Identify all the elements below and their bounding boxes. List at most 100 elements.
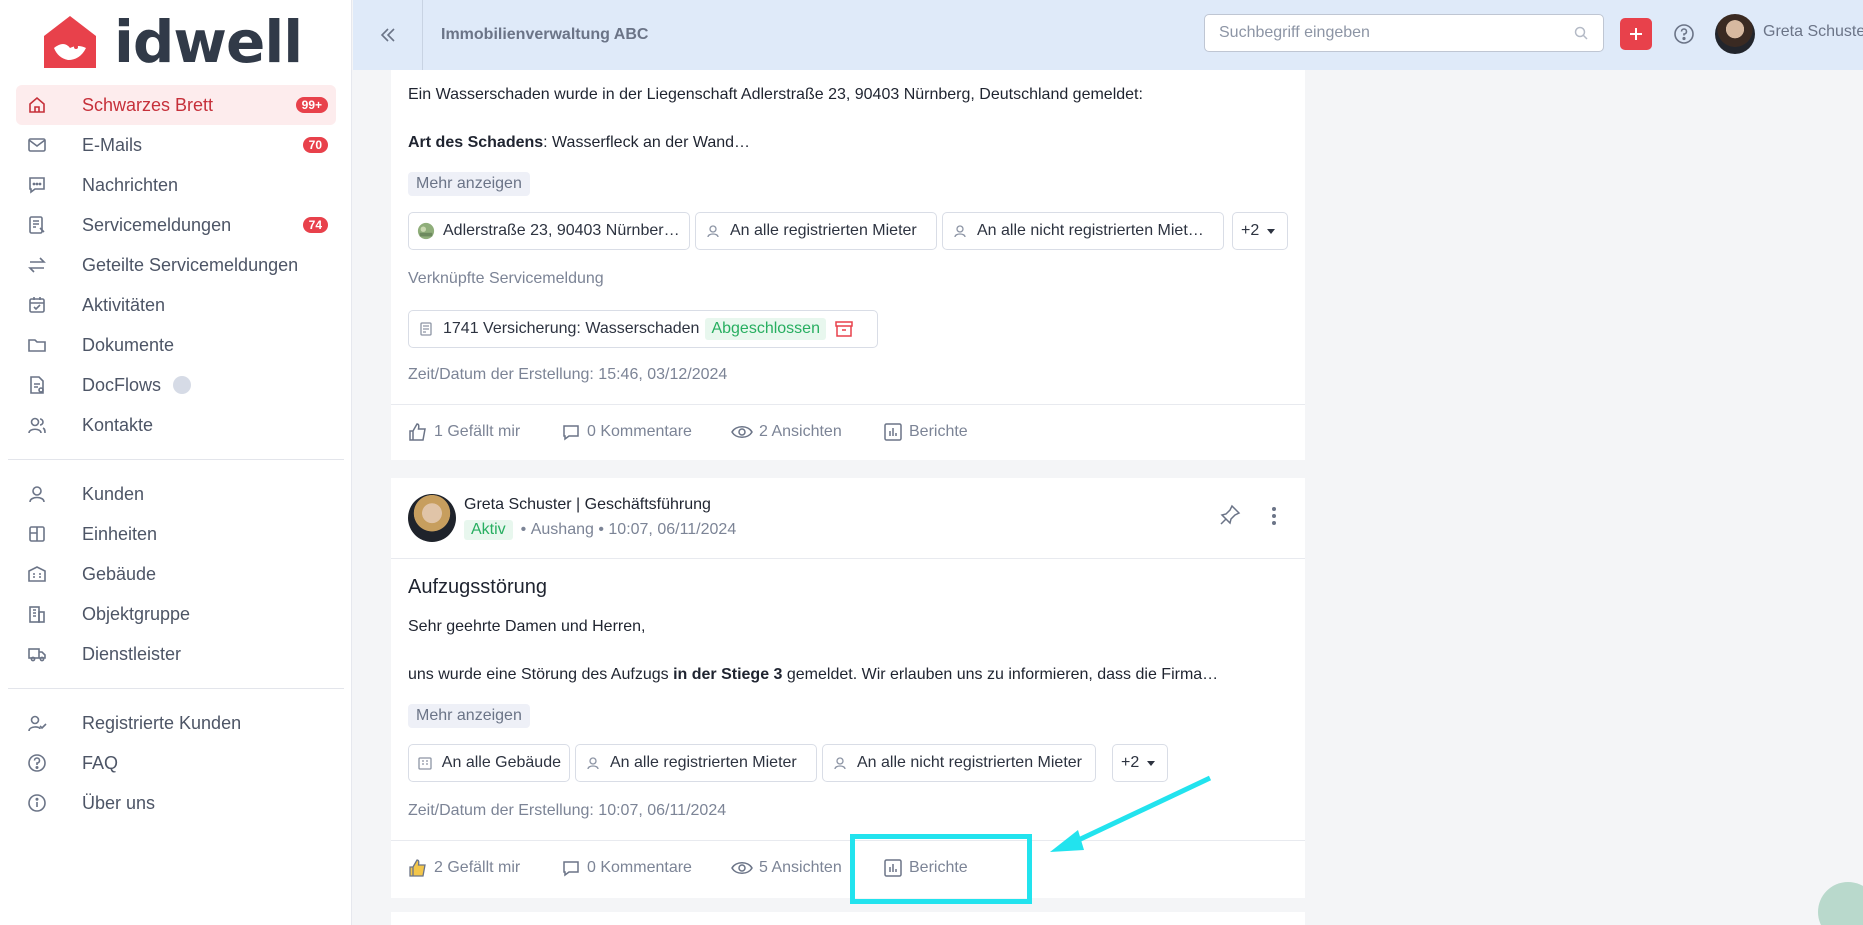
created-at: Zeit/Datum der Erstellung: 10:07, 06/11/… bbox=[408, 802, 727, 819]
sidebar-item-label: Nachrichten bbox=[82, 174, 179, 195]
count-badge: 74 bbox=[302, 217, 328, 233]
mail-icon bbox=[26, 134, 48, 156]
sidebar-item-label: DocFlows bbox=[82, 374, 162, 395]
chip-label: +2 bbox=[1241, 222, 1260, 239]
search-icon[interactable] bbox=[1573, 25, 1589, 41]
post-type: Aushang bbox=[530, 521, 594, 538]
post-card-next bbox=[391, 912, 1305, 925]
docflow-icon bbox=[26, 374, 48, 396]
top-header: Immobilienverwaltung ABC Greta Schuster bbox=[353, 0, 1863, 70]
chevrons-left-icon bbox=[380, 28, 395, 42]
show-more-button[interactable]: Mehr anzeigen bbox=[408, 172, 530, 196]
comment-count: 0 Kommentare bbox=[587, 423, 692, 440]
sidebar-item-geteilte-servicemeldungen[interactable]: Geteilte Servicemeldungen bbox=[16, 245, 336, 285]
sidebar-item-nachrichten[interactable]: Nachrichten bbox=[16, 165, 336, 205]
sidebar-item-docflows[interactable]: DocFlows bbox=[16, 365, 336, 405]
post-body-bold: Art des Schadens bbox=[408, 134, 544, 151]
recipients-unregistered-chip[interactable]: An alle nicht registrierten Miet… bbox=[942, 212, 1224, 250]
sidebar-item-label: Dokumente bbox=[82, 334, 175, 355]
search-box[interactable] bbox=[1204, 14, 1604, 52]
create-button[interactable] bbox=[1620, 18, 1652, 50]
sidebar-item-servicemeldungen[interactable]: Servicemeldungen 74 bbox=[16, 205, 336, 245]
sidebar-item-faq[interactable]: FAQ bbox=[16, 743, 336, 783]
linked-title: 1741 Versicherung: Wasserschaden bbox=[443, 320, 700, 337]
collapse-sidebar-button[interactable] bbox=[353, 0, 423, 70]
like-button[interactable]: 2 Gefällt mir bbox=[408, 858, 520, 878]
calendar-check-icon bbox=[26, 294, 48, 316]
more-options-button[interactable] bbox=[1271, 506, 1277, 531]
status-badge: Abgeschlossen bbox=[705, 318, 826, 340]
idwell-house-icon bbox=[44, 16, 96, 68]
author-avatar[interactable] bbox=[408, 494, 456, 542]
sidebar-item-label: Gebäude bbox=[82, 563, 157, 584]
annotation-arrow-icon bbox=[1050, 775, 1212, 852]
sidebar-item-dienstleister[interactable]: Dienstleister bbox=[16, 634, 336, 674]
building-icon bbox=[417, 754, 434, 772]
sidebar-divider bbox=[8, 459, 344, 460]
comment-count: 0 Kommentare bbox=[587, 859, 692, 876]
search-input[interactable] bbox=[1219, 24, 1573, 42]
view-count: 2 Ansichten bbox=[759, 423, 842, 440]
sidebar-item-einheiten[interactable]: Einheiten bbox=[16, 514, 336, 554]
sidebar-nav: Schwarzes Brett 99+ E-Mails 70 Nachricht… bbox=[8, 85, 344, 823]
sidebar-item-aktivitaeten[interactable]: Aktivitäten bbox=[16, 285, 336, 325]
pin-button[interactable] bbox=[1219, 504, 1241, 531]
more-recipients-dropdown[interactable]: +2 bbox=[1232, 212, 1288, 250]
sidebar-item-registrierte-kunden[interactable]: Registrierte Kunden bbox=[16, 703, 336, 743]
user-avatar[interactable] bbox=[1715, 14, 1755, 54]
linked-service-chip[interactable]: 1741 Versicherung: Wasserschaden Abgesch… bbox=[408, 310, 878, 348]
thumbs-up-icon bbox=[409, 859, 426, 877]
annotation-highlight-box bbox=[850, 834, 1032, 904]
show-more-button[interactable]: Mehr anzeigen bbox=[408, 704, 530, 728]
divider bbox=[391, 558, 1305, 559]
archive-icon[interactable] bbox=[834, 319, 854, 339]
sidebar-item-ueber-uns[interactable]: Über uns bbox=[16, 783, 336, 823]
post-body-rest: : Wasserfleck an der Wand… bbox=[543, 134, 751, 151]
like-button[interactable]: 1 Gefällt mir bbox=[408, 422, 520, 442]
sidebar-item-dokumente[interactable]: Dokumente bbox=[16, 325, 336, 365]
sidebar-item-label: Aktivitäten bbox=[82, 294, 166, 315]
recipients-registered-chip[interactable]: An alle registrierten Mieter bbox=[575, 744, 817, 782]
sidebar-item-label: Objektgruppe bbox=[82, 603, 191, 624]
divider bbox=[391, 404, 1305, 405]
post-body-post: gemeldet. Wir erlauben uns zu informiere… bbox=[782, 666, 1219, 683]
comments-button[interactable]: 0 Kommentare bbox=[561, 422, 692, 442]
recipients-registered-chip[interactable]: An alle registrierten Mieter bbox=[695, 212, 937, 250]
sidebar-item-emails[interactable]: E-Mails 70 bbox=[16, 125, 336, 165]
comment-icon bbox=[563, 861, 579, 877]
post-body: Art des Schadens: Wasserfleck an der Wan… bbox=[408, 134, 750, 152]
user-icon bbox=[951, 222, 969, 240]
reports-button[interactable]: Berichte bbox=[883, 422, 968, 442]
loading-indicator bbox=[173, 376, 192, 394]
address-chip[interactable]: Adlerstraße 23, 90403 Nürnber… bbox=[408, 212, 690, 250]
sidebar-item-kontakte[interactable]: Kontakte bbox=[16, 405, 336, 445]
sidebar-item-label: Kontakte bbox=[82, 414, 154, 435]
views-button[interactable]: 5 Ansichten bbox=[731, 858, 842, 878]
post-time: 10:07, 06/11/2024 bbox=[608, 521, 737, 538]
sidebar-item-objektgruppe[interactable]: Objektgruppe bbox=[16, 594, 336, 634]
post-author[interactable]: Greta Schuster | Geschäftsführung bbox=[464, 496, 711, 514]
unit-icon bbox=[26, 523, 48, 545]
sidebar-item-label: Über uns bbox=[82, 792, 156, 813]
sidebar-divider bbox=[8, 688, 344, 689]
pin-icon bbox=[1220, 504, 1241, 525]
sidebar-item-schwarzes-brett[interactable]: Schwarzes Brett 99+ bbox=[16, 85, 336, 125]
chip-label: An alle registrierten Mieter bbox=[730, 222, 917, 239]
thumbs-up-icon bbox=[409, 423, 426, 441]
sidebar-item-gebaeude[interactable]: Gebäude bbox=[16, 554, 336, 594]
vertical-dots-icon bbox=[1272, 507, 1276, 525]
chip-label: Adlerstraße 23, 90403 Nürnber… bbox=[443, 222, 680, 239]
views-button[interactable]: 2 Ansichten bbox=[731, 422, 842, 442]
sidebar-item-label: FAQ bbox=[82, 752, 119, 773]
recipients-buildings-chip[interactable]: An alle Gebäude bbox=[408, 744, 570, 782]
user-name[interactable]: Greta Schuster bbox=[1763, 23, 1863, 41]
brand-logo[interactable]: idwell bbox=[40, 8, 303, 76]
help-button[interactable] bbox=[1672, 22, 1696, 46]
sidebar-item-kunden[interactable]: Kunden bbox=[16, 474, 336, 514]
floating-help-button[interactable] bbox=[1818, 882, 1863, 925]
service-icon bbox=[26, 214, 48, 236]
comments-button[interactable]: 0 Kommentare bbox=[561, 858, 692, 878]
chip-label: An alle nicht registrierten Miet… bbox=[977, 222, 1204, 239]
status-badge: Aktiv bbox=[464, 520, 513, 540]
post-body-pre: uns wurde eine Störung des Aufzugs bbox=[408, 666, 674, 683]
